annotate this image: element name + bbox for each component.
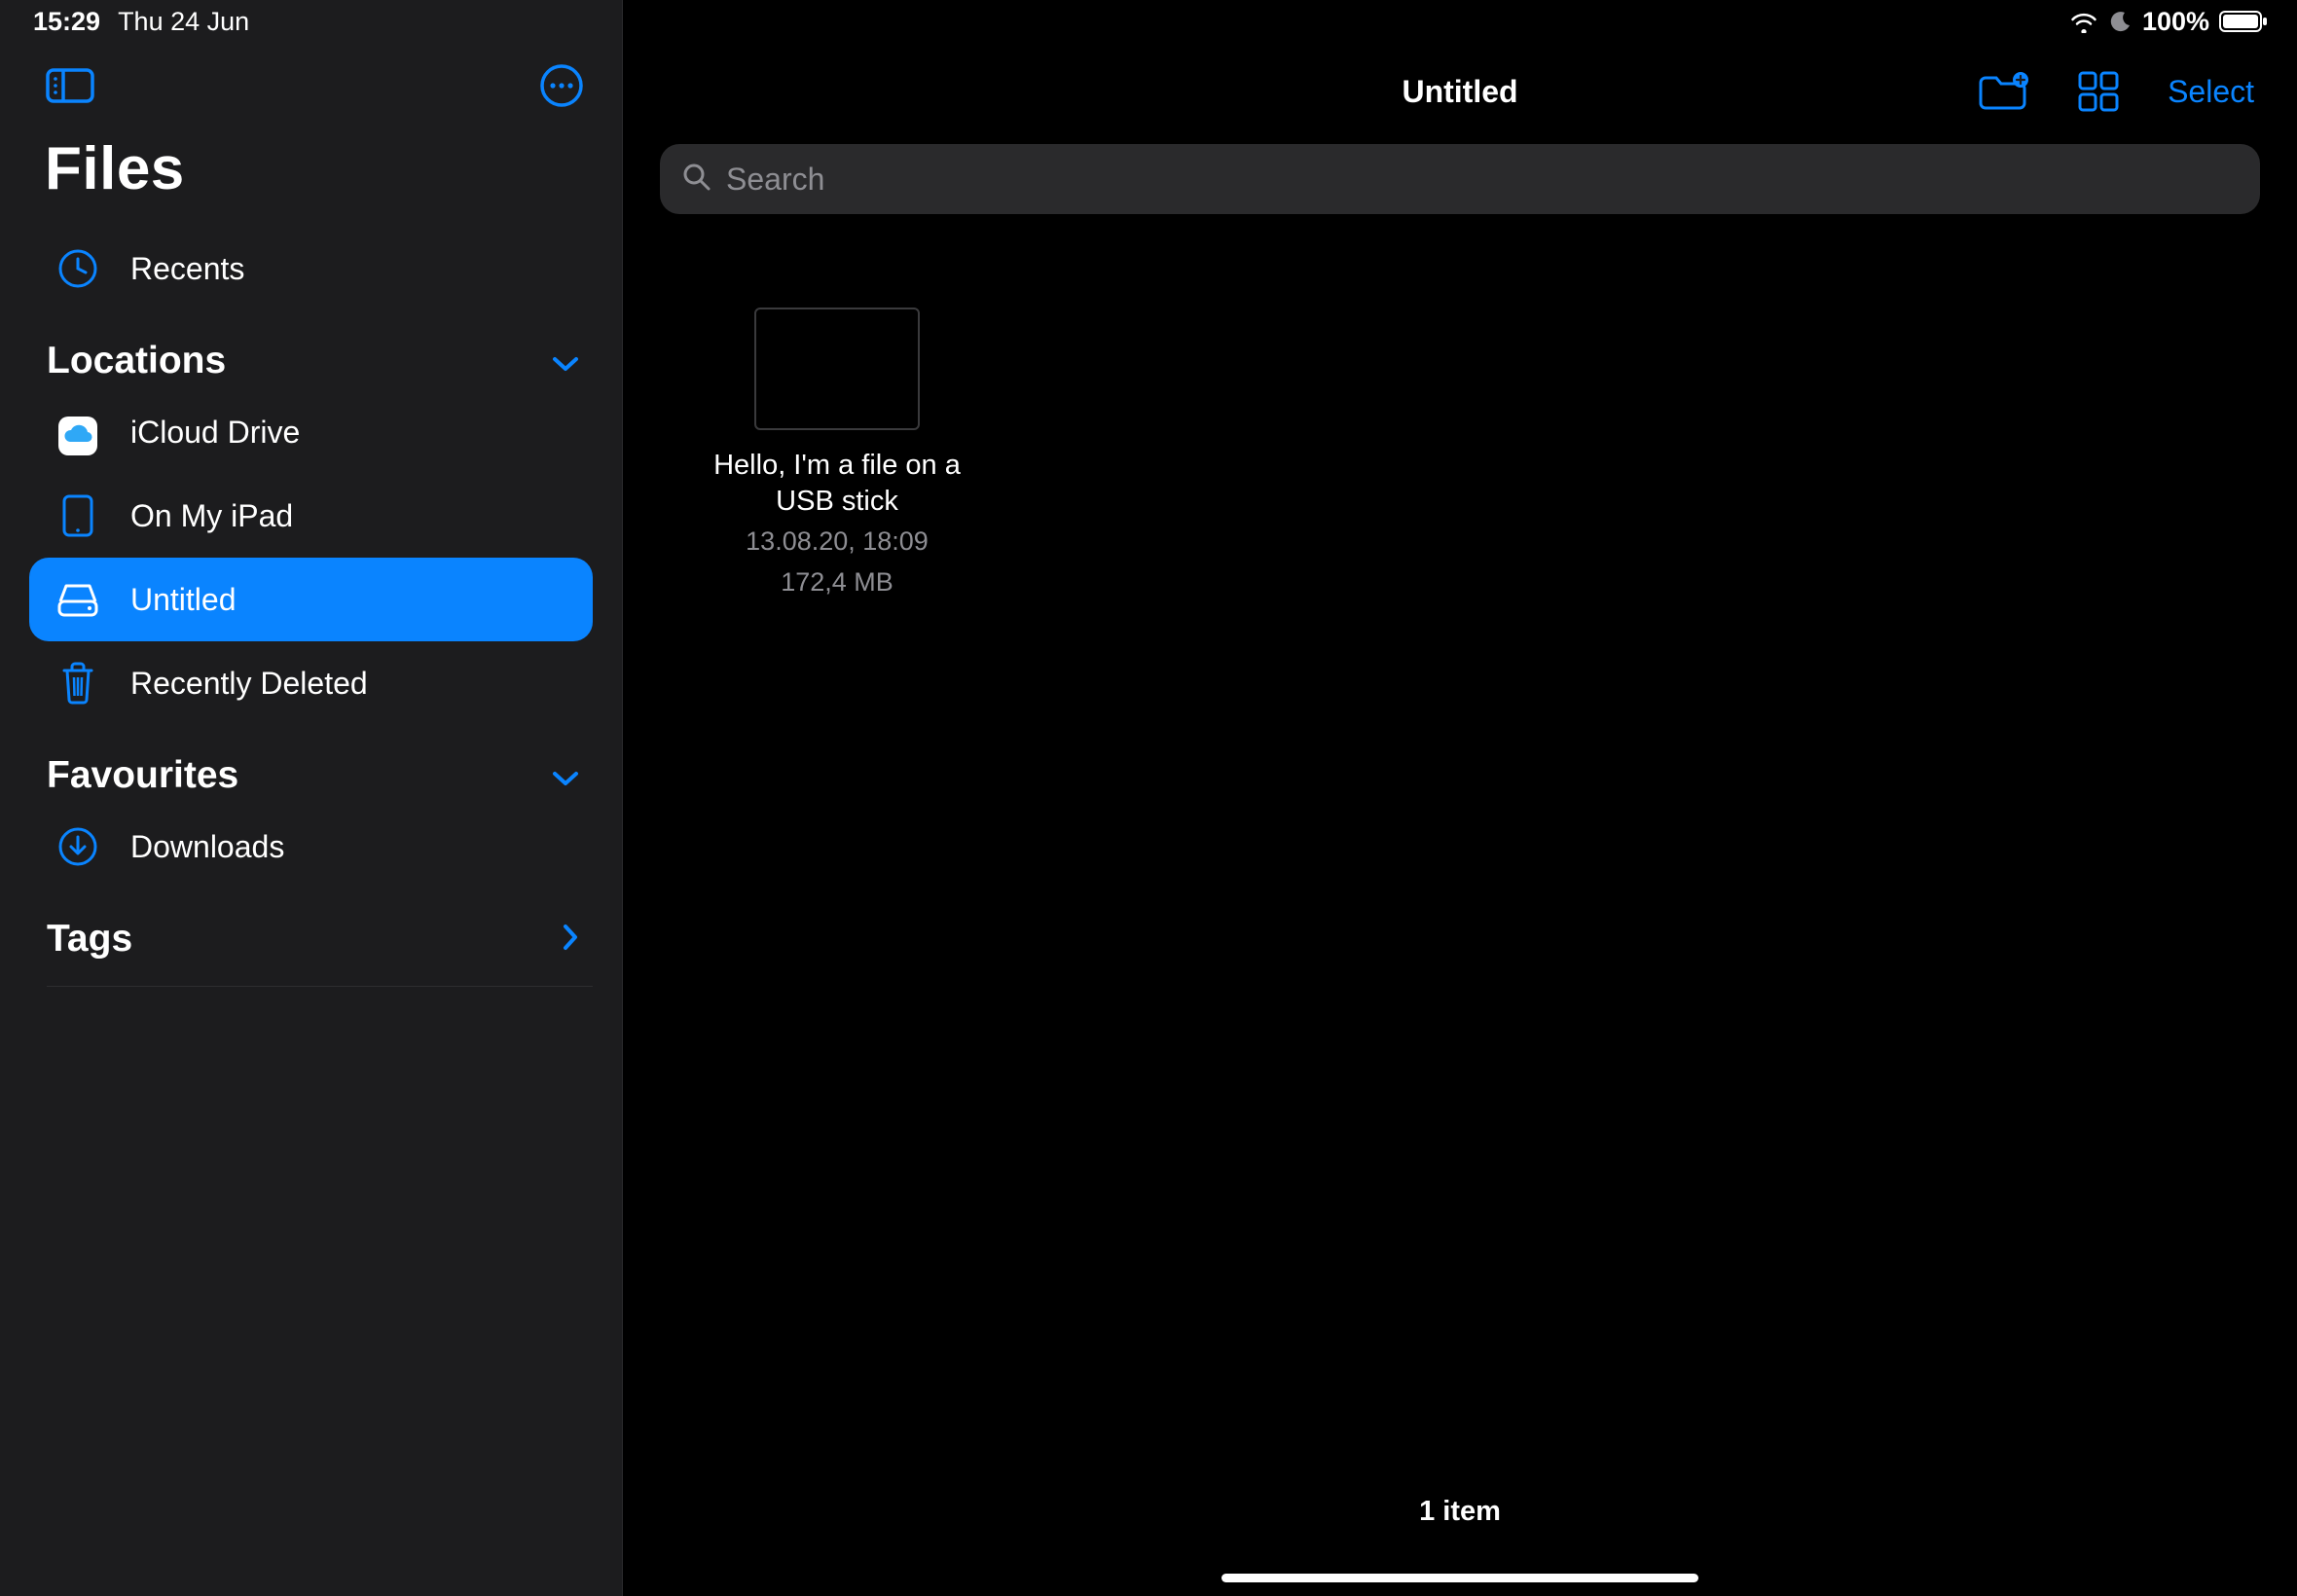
sidebar-item-label: Recents bbox=[130, 251, 244, 287]
wifi-icon bbox=[2068, 10, 2099, 33]
content-grid[interactable]: Hello, I'm a file on a USB stick 13.08.2… bbox=[623, 214, 2297, 1596]
sidebar-item-recents[interactable]: Recents bbox=[29, 227, 593, 310]
icloud-icon bbox=[53, 409, 103, 455]
status-bar: 15:29 Thu 24 Jun 100% bbox=[0, 0, 2297, 43]
status-time: 15:29 bbox=[33, 7, 100, 37]
section-favourites[interactable]: Favourites bbox=[0, 725, 622, 805]
sidebar-item-label: Recently Deleted bbox=[130, 666, 368, 702]
item-count: 1 item bbox=[623, 1496, 2297, 1528]
sidebar-item-label: Downloads bbox=[130, 829, 284, 865]
divider bbox=[47, 986, 593, 987]
sidebar-item-untitled[interactable]: Untitled bbox=[29, 558, 593, 641]
section-label: Tags bbox=[47, 918, 132, 961]
sidebar-item-label: Untitled bbox=[130, 582, 237, 618]
section-locations[interactable]: Locations bbox=[0, 310, 622, 390]
search-icon bbox=[681, 162, 712, 198]
file-date: 13.08.20, 18:09 bbox=[746, 524, 929, 561]
chevron-right-icon bbox=[562, 918, 579, 961]
section-label: Locations bbox=[47, 340, 226, 382]
app-title: Files bbox=[0, 125, 622, 227]
file-name: Hello, I'm a file on a USB stick bbox=[711, 448, 964, 520]
main-panel: Untitled Select bbox=[623, 0, 2297, 1596]
section-label: Favourites bbox=[47, 754, 238, 797]
chevron-down-icon bbox=[552, 340, 579, 382]
file-size: 172,4 MB bbox=[781, 564, 893, 601]
status-date: Thu 24 Jun bbox=[118, 7, 249, 37]
view-grid-button[interactable] bbox=[2076, 69, 2121, 114]
trash-icon bbox=[53, 661, 103, 706]
drive-icon bbox=[53, 580, 103, 619]
sidebar-item-recently-deleted[interactable]: Recently Deleted bbox=[29, 641, 593, 725]
search-input[interactable] bbox=[726, 162, 2239, 198]
sidebar-item-label: iCloud Drive bbox=[130, 415, 300, 451]
do-not-disturb-icon bbox=[2109, 10, 2133, 33]
sidebar-item-on-my-ipad[interactable]: On My iPad bbox=[29, 474, 593, 558]
page-title: Untitled bbox=[623, 74, 2297, 110]
chevron-down-icon bbox=[552, 754, 579, 797]
sidebar-item-downloads[interactable]: Downloads bbox=[29, 805, 593, 889]
sidebar-item-label: On My iPad bbox=[130, 498, 293, 534]
new-folder-button[interactable] bbox=[1977, 71, 2029, 112]
section-tags[interactable]: Tags bbox=[0, 889, 622, 968]
sidebar: Files Recents Locations bbox=[0, 0, 623, 1596]
search-field[interactable] bbox=[660, 144, 2260, 214]
main-header: Untitled Select bbox=[623, 43, 2297, 140]
battery-percent: 100% bbox=[2142, 7, 2209, 37]
ipad-icon bbox=[53, 492, 103, 539]
file-item[interactable]: Hello, I'm a file on a USB stick 13.08.2… bbox=[711, 308, 964, 601]
download-icon bbox=[53, 825, 103, 868]
battery-icon bbox=[2219, 10, 2270, 33]
sidebar-toggle-icon[interactable] bbox=[45, 66, 95, 105]
file-thumbnail bbox=[754, 308, 920, 430]
home-indicator[interactable] bbox=[1221, 1574, 1698, 1582]
more-options-icon[interactable] bbox=[538, 62, 585, 109]
clock-icon bbox=[53, 247, 103, 290]
sidebar-item-icloud-drive[interactable]: iCloud Drive bbox=[29, 390, 593, 474]
select-button[interactable]: Select bbox=[2168, 74, 2254, 110]
